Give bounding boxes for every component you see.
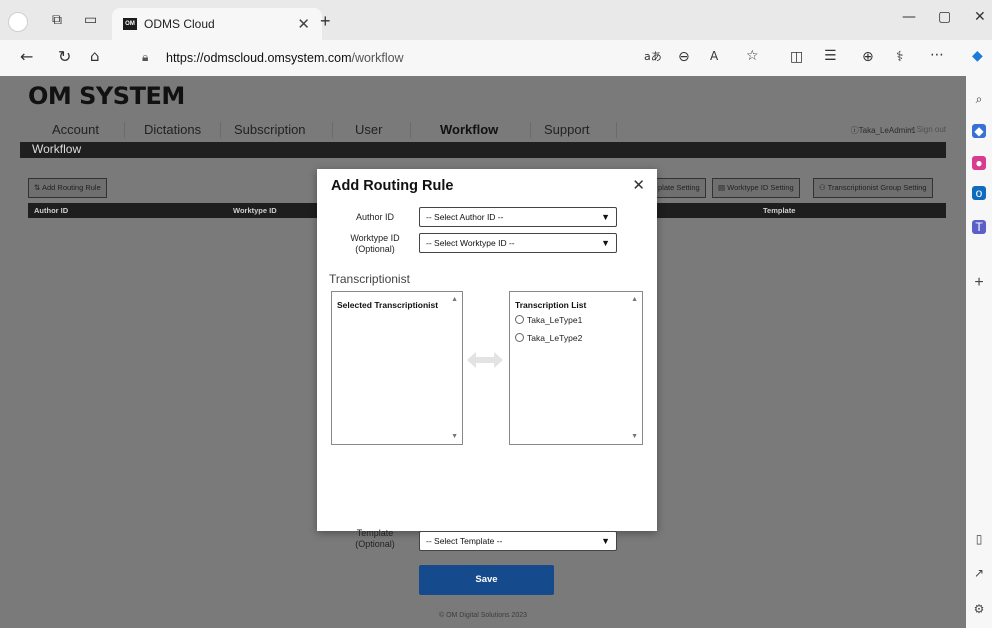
radio-icon bbox=[515, 333, 524, 342]
author-id-select[interactable]: -- Select Author ID -- ▼ bbox=[419, 207, 617, 227]
refresh-icon[interactable]: ↻ bbox=[58, 49, 71, 65]
url-field[interactable]: 🔒︎ https://odmscloud.omsystem.com/workfl… bbox=[132, 46, 632, 70]
external-link-icon[interactable]: ↗ bbox=[972, 566, 986, 580]
tab-actions-icon[interactable]: ▭ bbox=[84, 13, 97, 27]
user-account-label[interactable]: ⓘTaka_LeAdmin1 bbox=[851, 125, 916, 136]
transcriptionist-option[interactable]: Taka_LeType2 bbox=[515, 333, 582, 343]
nav-divider bbox=[332, 122, 333, 138]
close-tab-icon[interactable]: ✕ bbox=[297, 15, 310, 33]
nav-divider bbox=[410, 122, 411, 138]
om-favicon-icon: OM bbox=[123, 18, 137, 30]
transcriptionist-option[interactable]: Taka_LeType1 bbox=[515, 315, 582, 325]
read-aloud-icon[interactable]: A bbox=[710, 50, 718, 62]
chevron-down-icon: ▼ bbox=[601, 212, 610, 222]
worktype-icon: ▤ bbox=[718, 183, 728, 192]
swap-arrows-icon bbox=[467, 352, 503, 368]
om-system-logo: OM SYSTEM bbox=[28, 82, 185, 110]
transcription-list-header: Transcription List bbox=[515, 300, 587, 310]
settings-gear-icon[interactable]: ⚙ bbox=[972, 602, 986, 616]
maximize-icon[interactable]: ▢ bbox=[938, 9, 951, 25]
nav-divider bbox=[124, 122, 125, 138]
transcriptionist-group-setting-button[interactable]: ⚇ Transcriptionist Group Setting bbox=[813, 178, 933, 198]
sign-out-link[interactable]: ⇥ Sign out bbox=[908, 125, 946, 134]
browser-tab[interactable]: OM ODMS Cloud ✕ bbox=[112, 8, 322, 40]
back-icon[interactable]: ← bbox=[20, 49, 33, 65]
dialog-title: Add Routing Rule bbox=[331, 178, 454, 194]
favorites-icon[interactable]: ☰ bbox=[824, 49, 837, 63]
copilot-icon[interactable]: ◆ bbox=[972, 49, 983, 63]
extensions-icon[interactable]: ⚕ bbox=[896, 50, 904, 64]
scroll-up-icon[interactable]: ▲ bbox=[631, 296, 638, 303]
nav-subscription[interactable]: Subscription bbox=[234, 122, 306, 137]
worktype-id-select[interactable]: -- Select Worktype ID -- ▼ bbox=[419, 233, 617, 253]
selected-transcriptionist-list[interactable]: Selected Transcriptionist ▲ ▼ bbox=[331, 291, 463, 445]
selected-list-header: Selected Transcriptionist bbox=[337, 300, 439, 310]
radio-icon bbox=[515, 315, 524, 324]
worktype-id-label: Worktype ID (Optional) bbox=[350, 233, 400, 254]
favorite-star-icon[interactable]: ☆ bbox=[746, 49, 759, 63]
nav-divider bbox=[616, 122, 617, 138]
nav-dictations[interactable]: Dictations bbox=[144, 122, 201, 137]
chevron-down-icon: ▼ bbox=[601, 536, 610, 546]
teams-icon[interactable]: T bbox=[972, 220, 986, 234]
web-page: OM SYSTEM Account Dictations Subscriptio… bbox=[0, 76, 966, 628]
address-bar: ← ↻ ⌂ 🔒︎ https://odmscloud.omsystem.com/… bbox=[0, 40, 992, 76]
main-nav: Account Dictations Subscription User Wor… bbox=[20, 120, 946, 140]
home-icon[interactable]: ⌂ bbox=[90, 49, 100, 64]
save-button[interactable]: Save bbox=[419, 565, 554, 595]
outlook-icon[interactable]: o bbox=[972, 186, 986, 200]
close-icon[interactable]: ✕ bbox=[632, 176, 645, 194]
group-icon: ⚇ bbox=[819, 183, 828, 192]
transcriptionist-section-title: Transcriptionist bbox=[329, 272, 410, 286]
nav-workflow[interactable]: Workflow bbox=[440, 122, 498, 137]
col-template[interactable]: Template bbox=[763, 206, 795, 215]
tab-title: ODMS Cloud bbox=[144, 17, 215, 31]
zoom-icon[interactable]: ⊖ bbox=[678, 50, 690, 64]
nav-support[interactable]: Support bbox=[544, 122, 590, 137]
url-text: https://odmscloud.omsystem.com/workflow bbox=[166, 51, 404, 65]
footer-copyright: © OM Digital Solutions 2023 bbox=[438, 612, 528, 619]
scroll-down-icon[interactable]: ▼ bbox=[631, 433, 638, 440]
collections-icon[interactable]: ⊕ bbox=[862, 50, 874, 64]
more-menu-icon[interactable]: ⋯ bbox=[930, 48, 944, 62]
col-worktype-id[interactable]: Worktype ID bbox=[233, 206, 277, 215]
nav-user[interactable]: User bbox=[355, 122, 382, 137]
games-icon[interactable]: ● bbox=[972, 156, 986, 170]
lock-icon: 🔒︎ bbox=[142, 50, 149, 64]
edge-sidebar: ⌕ ◆ ● o T + ▯ ↗ ⚙ bbox=[966, 76, 992, 628]
col-author-id[interactable]: Author ID bbox=[34, 206, 68, 215]
browser-window: ⧉ ▭ OM ODMS Cloud ✕ + — ▢ ✕ ← ↻ ⌂ 🔒︎ htt… bbox=[0, 0, 992, 628]
search-icon[interactable]: ⌕ bbox=[972, 92, 986, 106]
workspaces-icon[interactable]: ⧉ bbox=[52, 13, 62, 27]
split-screen-icon[interactable]: ◫ bbox=[790, 50, 803, 64]
profile-avatar[interactable] bbox=[8, 12, 28, 32]
scroll-up-icon[interactable]: ▲ bbox=[451, 296, 458, 303]
hide-sidebar-icon[interactable]: ▯ bbox=[972, 532, 986, 546]
template-label: Template (Optional) bbox=[355, 528, 395, 549]
nav-divider bbox=[220, 122, 221, 138]
add-routing-rule-button[interactable]: ⇅ Add Routing Rule bbox=[28, 178, 107, 198]
template-select[interactable]: -- Select Template -- ▼ bbox=[419, 531, 617, 551]
nav-account[interactable]: Account bbox=[52, 122, 99, 137]
translate-icon[interactable]: aあ bbox=[644, 51, 662, 62]
page-title-bar: Workflow bbox=[20, 142, 946, 158]
add-sidebar-app-icon[interactable]: + bbox=[972, 275, 986, 291]
shopping-icon[interactable]: ◆ bbox=[972, 124, 986, 138]
new-tab-icon[interactable]: + bbox=[320, 11, 331, 32]
chevron-down-icon: ▼ bbox=[601, 238, 610, 248]
nav-divider bbox=[530, 122, 531, 138]
worktype-id-setting-button[interactable]: ▤ Worktype ID Setting bbox=[712, 178, 800, 198]
transcription-list[interactable]: Transcription List Taka_LeType1 Taka_LeT… bbox=[509, 291, 643, 445]
add-routing-rule-dialog: Add Routing Rule ✕ Author ID -- Select A… bbox=[317, 169, 657, 595]
scroll-down-icon[interactable]: ▼ bbox=[451, 433, 458, 440]
page-title: Workflow bbox=[32, 142, 82, 156]
author-id-label: Author ID bbox=[355, 212, 395, 222]
routing-icon: ⇅ bbox=[34, 183, 42, 192]
minimize-icon[interactable]: — bbox=[902, 9, 916, 25]
close-window-icon[interactable]: ✕ bbox=[974, 9, 986, 25]
tab-bar: ⧉ ▭ OM ODMS Cloud ✕ + — ▢ ✕ bbox=[0, 0, 992, 40]
